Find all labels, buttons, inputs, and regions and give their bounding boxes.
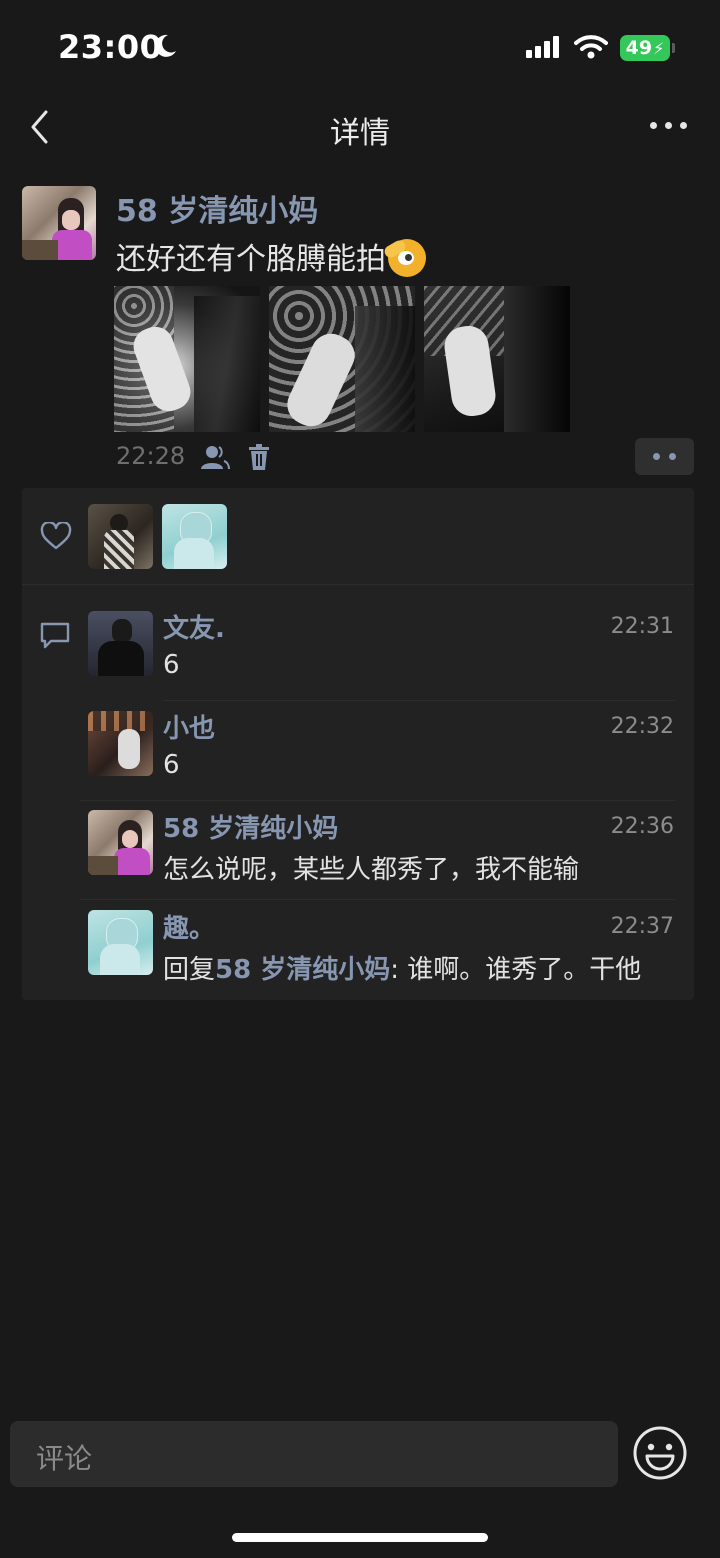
page-title: 详情 <box>330 116 390 151</box>
comment-2-name[interactable]: 小也 <box>163 708 215 745</box>
post-author-name[interactable]: 58 岁清纯小妈 <box>116 186 318 230</box>
post-text: 还好还有个胳膊能拍 <box>116 234 426 278</box>
comment-3-text[interactable]: 怎么说呢，某些人都秀了，我不能输 <box>163 849 579 886</box>
post-text-content: 还好还有个胳膊能拍 <box>116 242 386 277</box>
comment-1-time: 22:31 <box>610 614 674 639</box>
comment-input-placeholder: 评论 <box>36 1442 93 1475</box>
post-photo-3[interactable] <box>424 286 570 432</box>
like-comment-menu-button[interactable] <box>635 438 694 475</box>
comment-1-text[interactable]: 6 <box>163 650 180 680</box>
battery-level: 49 <box>625 37 653 59</box>
saluting-face-emoji-icon <box>382 238 426 277</box>
comment-avatar-3[interactable] <box>88 810 153 875</box>
comment-icon <box>40 622 70 649</box>
comment-4-name[interactable]: 趣。 <box>163 908 215 945</box>
comment-avatar-1[interactable] <box>88 611 153 676</box>
charging-icon: ⚡ <box>653 38 665 58</box>
home-indicator[interactable] <box>232 1533 488 1542</box>
comment-divider <box>80 899 675 900</box>
comment-avatar-4[interactable] <box>88 910 153 975</box>
comment-2-time: 22:32 <box>610 714 674 739</box>
emoji-smiley-icon[interactable] <box>632 1425 688 1481</box>
status-time: 23:00 <box>58 28 163 66</box>
comment-4-text[interactable]: 回复58 岁清纯小妈: 谁啊。谁秀了。干他 <box>163 949 641 986</box>
reply-prefix: 回复 <box>163 955 216 985</box>
reply-text: : 谁啊。谁秀了。干他 <box>390 955 642 985</box>
comment-4-time: 22:37 <box>610 914 674 939</box>
post-photo-2[interactable] <box>269 286 415 432</box>
comment-divider <box>163 700 675 701</box>
heart-icon <box>40 522 72 550</box>
moon-icon <box>155 34 176 57</box>
comment-3-time: 22:36 <box>610 814 674 839</box>
signal-icon <box>526 36 560 58</box>
post-time: 22:28 <box>116 442 186 470</box>
likes-comments-divider <box>22 584 694 585</box>
reply-to-name[interactable]: 58 岁清纯小妈 <box>215 955 390 985</box>
wifi-icon <box>574 35 608 59</box>
comment-avatar-2[interactable] <box>88 711 153 776</box>
like-avatar-2[interactable] <box>162 504 227 569</box>
like-avatar-1[interactable] <box>88 504 153 569</box>
comment-3-name[interactable]: 58 岁清纯小妈 <box>163 808 338 845</box>
comment-divider <box>80 800 675 801</box>
delete-trash-icon[interactable] <box>248 444 270 470</box>
post-author-avatar[interactable] <box>22 186 96 260</box>
comment-input-field[interactable] <box>10 1421 618 1487</box>
battery-tip <box>672 43 675 53</box>
battery-indicator: 49 ⚡ <box>620 35 670 61</box>
more-options-button[interactable] <box>650 122 690 132</box>
visibility-people-icon[interactable] <box>200 444 230 470</box>
post-photo-1[interactable] <box>114 286 260 432</box>
comment-1-name[interactable]: 文友. <box>163 608 225 645</box>
comment-2-text[interactable]: 6 <box>163 750 180 780</box>
